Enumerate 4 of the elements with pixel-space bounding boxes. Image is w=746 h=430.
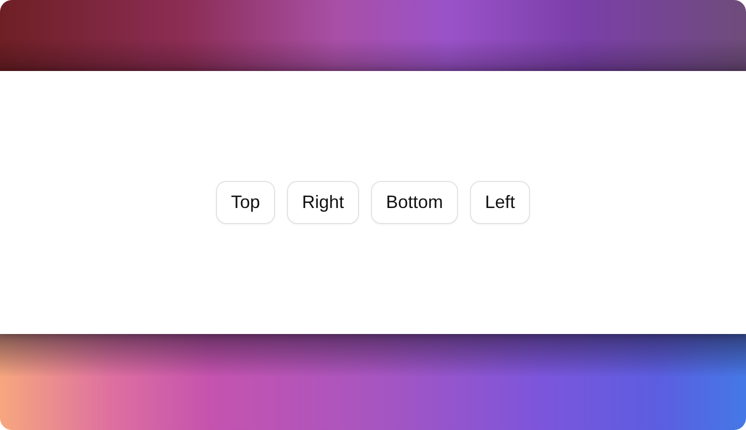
placement-button[interactable]: Right bbox=[286, 181, 359, 224]
placement-button[interactable]: Top bbox=[216, 181, 275, 224]
placement-button[interactable]: Left bbox=[470, 181, 530, 224]
placement-button[interactable]: Bottom bbox=[371, 181, 458, 224]
